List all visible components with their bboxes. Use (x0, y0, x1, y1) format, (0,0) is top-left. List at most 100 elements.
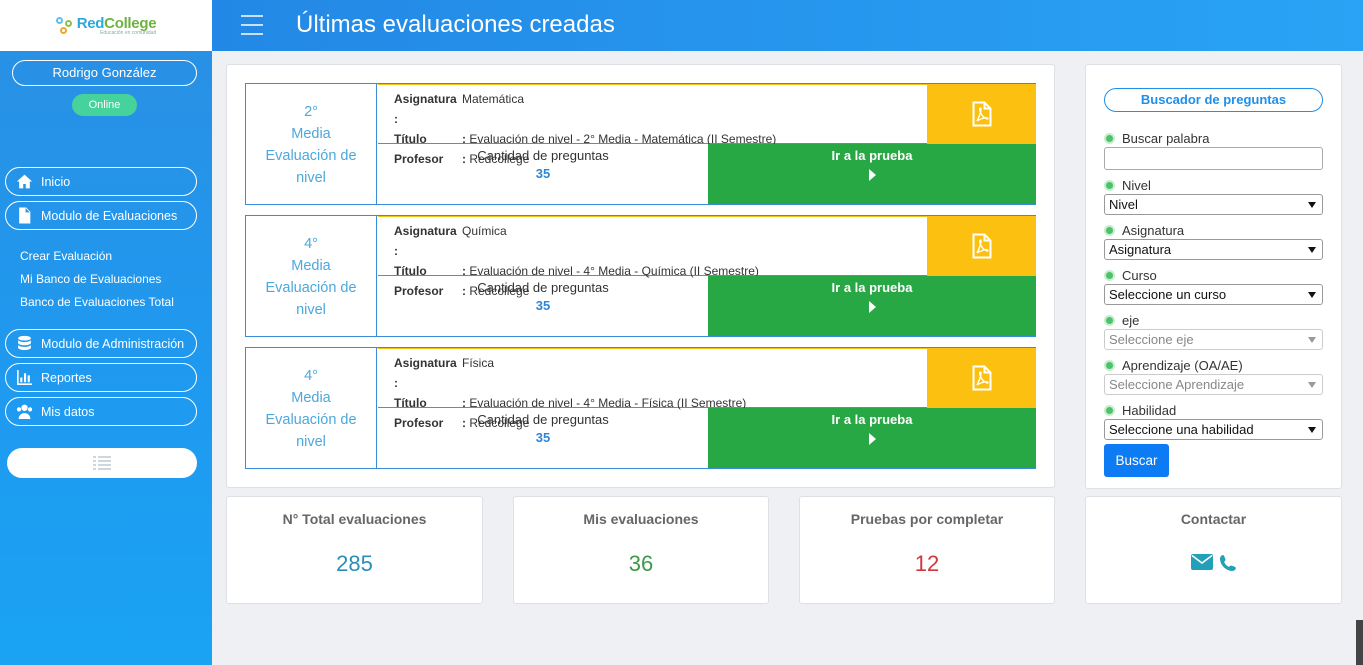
stat-label: Mis evaluaciones (583, 511, 699, 527)
sidebar-subitem-banco-total[interactable]: Banco de Evaluaciones Total (20, 295, 174, 309)
search-word-input[interactable] (1104, 147, 1323, 170)
sidebar-item-reportes[interactable]: Reportes (5, 363, 197, 392)
question-count: Cantidad de preguntas 35 (378, 144, 708, 204)
bar-chart-icon (17, 370, 32, 385)
evaluation-level: 2° Media Evaluación de nivel (246, 84, 377, 204)
evaluation-type: Evaluación de (265, 412, 357, 428)
users-icon (16, 404, 33, 419)
habilidad-select[interactable]: Seleccione una habilidad (1104, 419, 1323, 440)
nivel-select[interactable]: Nivel (1104, 194, 1323, 215)
contact-card: Contactar (1085, 496, 1342, 604)
sidebar-collapse-button[interactable] (7, 448, 197, 478)
stat-label: N° Total evaluaciones (282, 511, 427, 527)
field-label-asignatura: Asignatura (1104, 223, 1184, 238)
evaluation-info: Asignatura : Matemática Título: Evaluació… (378, 84, 927, 166)
question-search-panel: Buscador de preguntas Buscar palabra Niv… (1085, 64, 1342, 489)
database-icon (18, 335, 31, 351)
eje-select[interactable]: Seleccione eje (1104, 329, 1323, 350)
evaluation-level: 4° Media Evaluación de nivel (246, 216, 377, 336)
stat-value: 285 (336, 551, 373, 576)
file-icon (19, 207, 31, 224)
evaluation-info: Asignatura : Física Título: Evaluación de… (378, 348, 927, 430)
bullet-icon (1104, 360, 1115, 371)
sidebar-item-inicio[interactable]: Inicio (5, 167, 197, 196)
logo-mark-icon (55, 16, 74, 35)
asignatura-value: Física (462, 356, 495, 370)
evaluation-card: 2° Media Evaluación de nivel Asignatura … (245, 83, 1036, 205)
play-arrow-icon (868, 169, 876, 181)
online-status-badge: Online (72, 94, 137, 116)
bullet-icon (1104, 315, 1115, 326)
redcollege-logo[interactable]: RedCollege Educación en comunidad (55, 15, 157, 36)
question-count-value: 35 (535, 298, 551, 313)
envelope-icon[interactable] (1190, 554, 1213, 570)
sidebar-subitem-crear-evaluacion[interactable]: Crear Evaluación (20, 249, 112, 263)
asignatura-value: Matemática (462, 92, 525, 106)
sidebar-item-administracion[interactable]: Modulo de Administración (5, 329, 197, 358)
level-name: Media (291, 258, 331, 274)
asignatura-select[interactable]: Asignatura (1104, 239, 1323, 260)
page-scrollbar[interactable] (1356, 620, 1363, 665)
bullet-icon (1104, 225, 1115, 236)
user-name-pill[interactable]: Rodrigo González (12, 60, 197, 86)
asignatura-label: Asignatura : (394, 92, 457, 126)
phone-icon[interactable] (1219, 554, 1237, 572)
evaluation-type-2: nivel (296, 170, 326, 186)
stat-card-pruebas-por-completar: Pruebas por completar 12 (799, 496, 1055, 604)
play-arrow-icon (868, 301, 876, 313)
contact-icons (1086, 554, 1341, 572)
evaluation-type-2: nivel (296, 302, 326, 318)
pdf-icon (972, 365, 991, 391)
asignatura-value: Química (462, 224, 507, 238)
evaluation-type: Evaluación de (265, 280, 357, 296)
asignatura-label: Asignatura : (394, 224, 457, 258)
sidebar-item-label: Modulo de Administración (41, 336, 185, 351)
chevron-down-icon (1308, 292, 1316, 298)
go-to-test-label: Ir a la prueba (831, 412, 913, 427)
asignatura-label: Asignatura : (394, 356, 457, 390)
question-count-label: Cantidad de preguntas (477, 148, 609, 163)
chevron-down-icon (1308, 337, 1316, 343)
sidebar-item-mis-datos[interactable]: Mis datos (5, 397, 197, 426)
contact-label: Contactar (1180, 511, 1247, 527)
question-count: Cantidad de preguntas 35 (378, 408, 708, 468)
stat-value: 36 (628, 551, 654, 576)
pdf-download-button[interactable] (927, 84, 1036, 144)
evaluation-card: 4° Media Evaluación de nivel Asignatura … (245, 215, 1036, 337)
pdf-download-button[interactable] (927, 348, 1036, 408)
field-label-curso: Curso (1104, 268, 1157, 283)
level-number: 4° (304, 236, 318, 252)
pdf-icon (972, 233, 991, 259)
stat-card-mis-evaluaciones: Mis evaluaciones 36 (513, 496, 769, 604)
field-label-habilidad: Habilidad (1104, 403, 1176, 418)
level-number: 2° (304, 104, 318, 120)
topbar: Últimas evaluaciones creadas (212, 0, 1363, 51)
pdf-icon (972, 101, 991, 127)
question-count: Cantidad de preguntas 35 (378, 276, 708, 336)
curso-select[interactable]: Seleccione un curso (1104, 284, 1323, 305)
search-button[interactable]: Buscar (1104, 444, 1169, 477)
page-title: Últimas evaluaciones creadas (296, 11, 615, 38)
question-count-label: Cantidad de preguntas (477, 280, 609, 295)
play-arrow-icon (868, 433, 876, 445)
aprendizaje-select[interactable]: Seleccione Aprendizaje (1104, 374, 1323, 395)
field-label-buscar-palabra: Buscar palabra (1104, 131, 1209, 146)
menu-toggle-icon[interactable] (241, 15, 263, 35)
sidebar-item-evaluaciones[interactable]: Modulo de Evaluaciones (5, 201, 197, 230)
evaluations-panel: 2° Media Evaluación de nivel Asignatura … (226, 64, 1055, 488)
sidebar-item-label: Modulo de Evaluaciones (41, 208, 178, 223)
evaluation-card: 4° Media Evaluación de nivel Asignatura … (245, 347, 1036, 469)
field-label-eje: eje (1104, 313, 1139, 328)
field-label-nivel: Nivel (1104, 178, 1151, 193)
pdf-download-button[interactable] (927, 216, 1036, 276)
stat-label: Pruebas por completar (850, 511, 1004, 527)
level-name: Media (291, 126, 331, 142)
go-to-test-button[interactable]: Ir a la prueba (708, 408, 1036, 468)
go-to-test-button[interactable]: Ir a la prueba (708, 276, 1036, 336)
sidebar-subitem-mi-banco[interactable]: Mi Banco de Evaluaciones (20, 272, 161, 286)
sidebar-item-label: Mis datos (41, 404, 95, 419)
evaluation-info: Asignatura : Química Título: Evaluación d… (378, 216, 927, 298)
go-to-test-button[interactable]: Ir a la prueba (708, 144, 1036, 204)
level-number: 4° (304, 368, 318, 384)
search-panel-title: Buscador de preguntas (1104, 88, 1323, 112)
